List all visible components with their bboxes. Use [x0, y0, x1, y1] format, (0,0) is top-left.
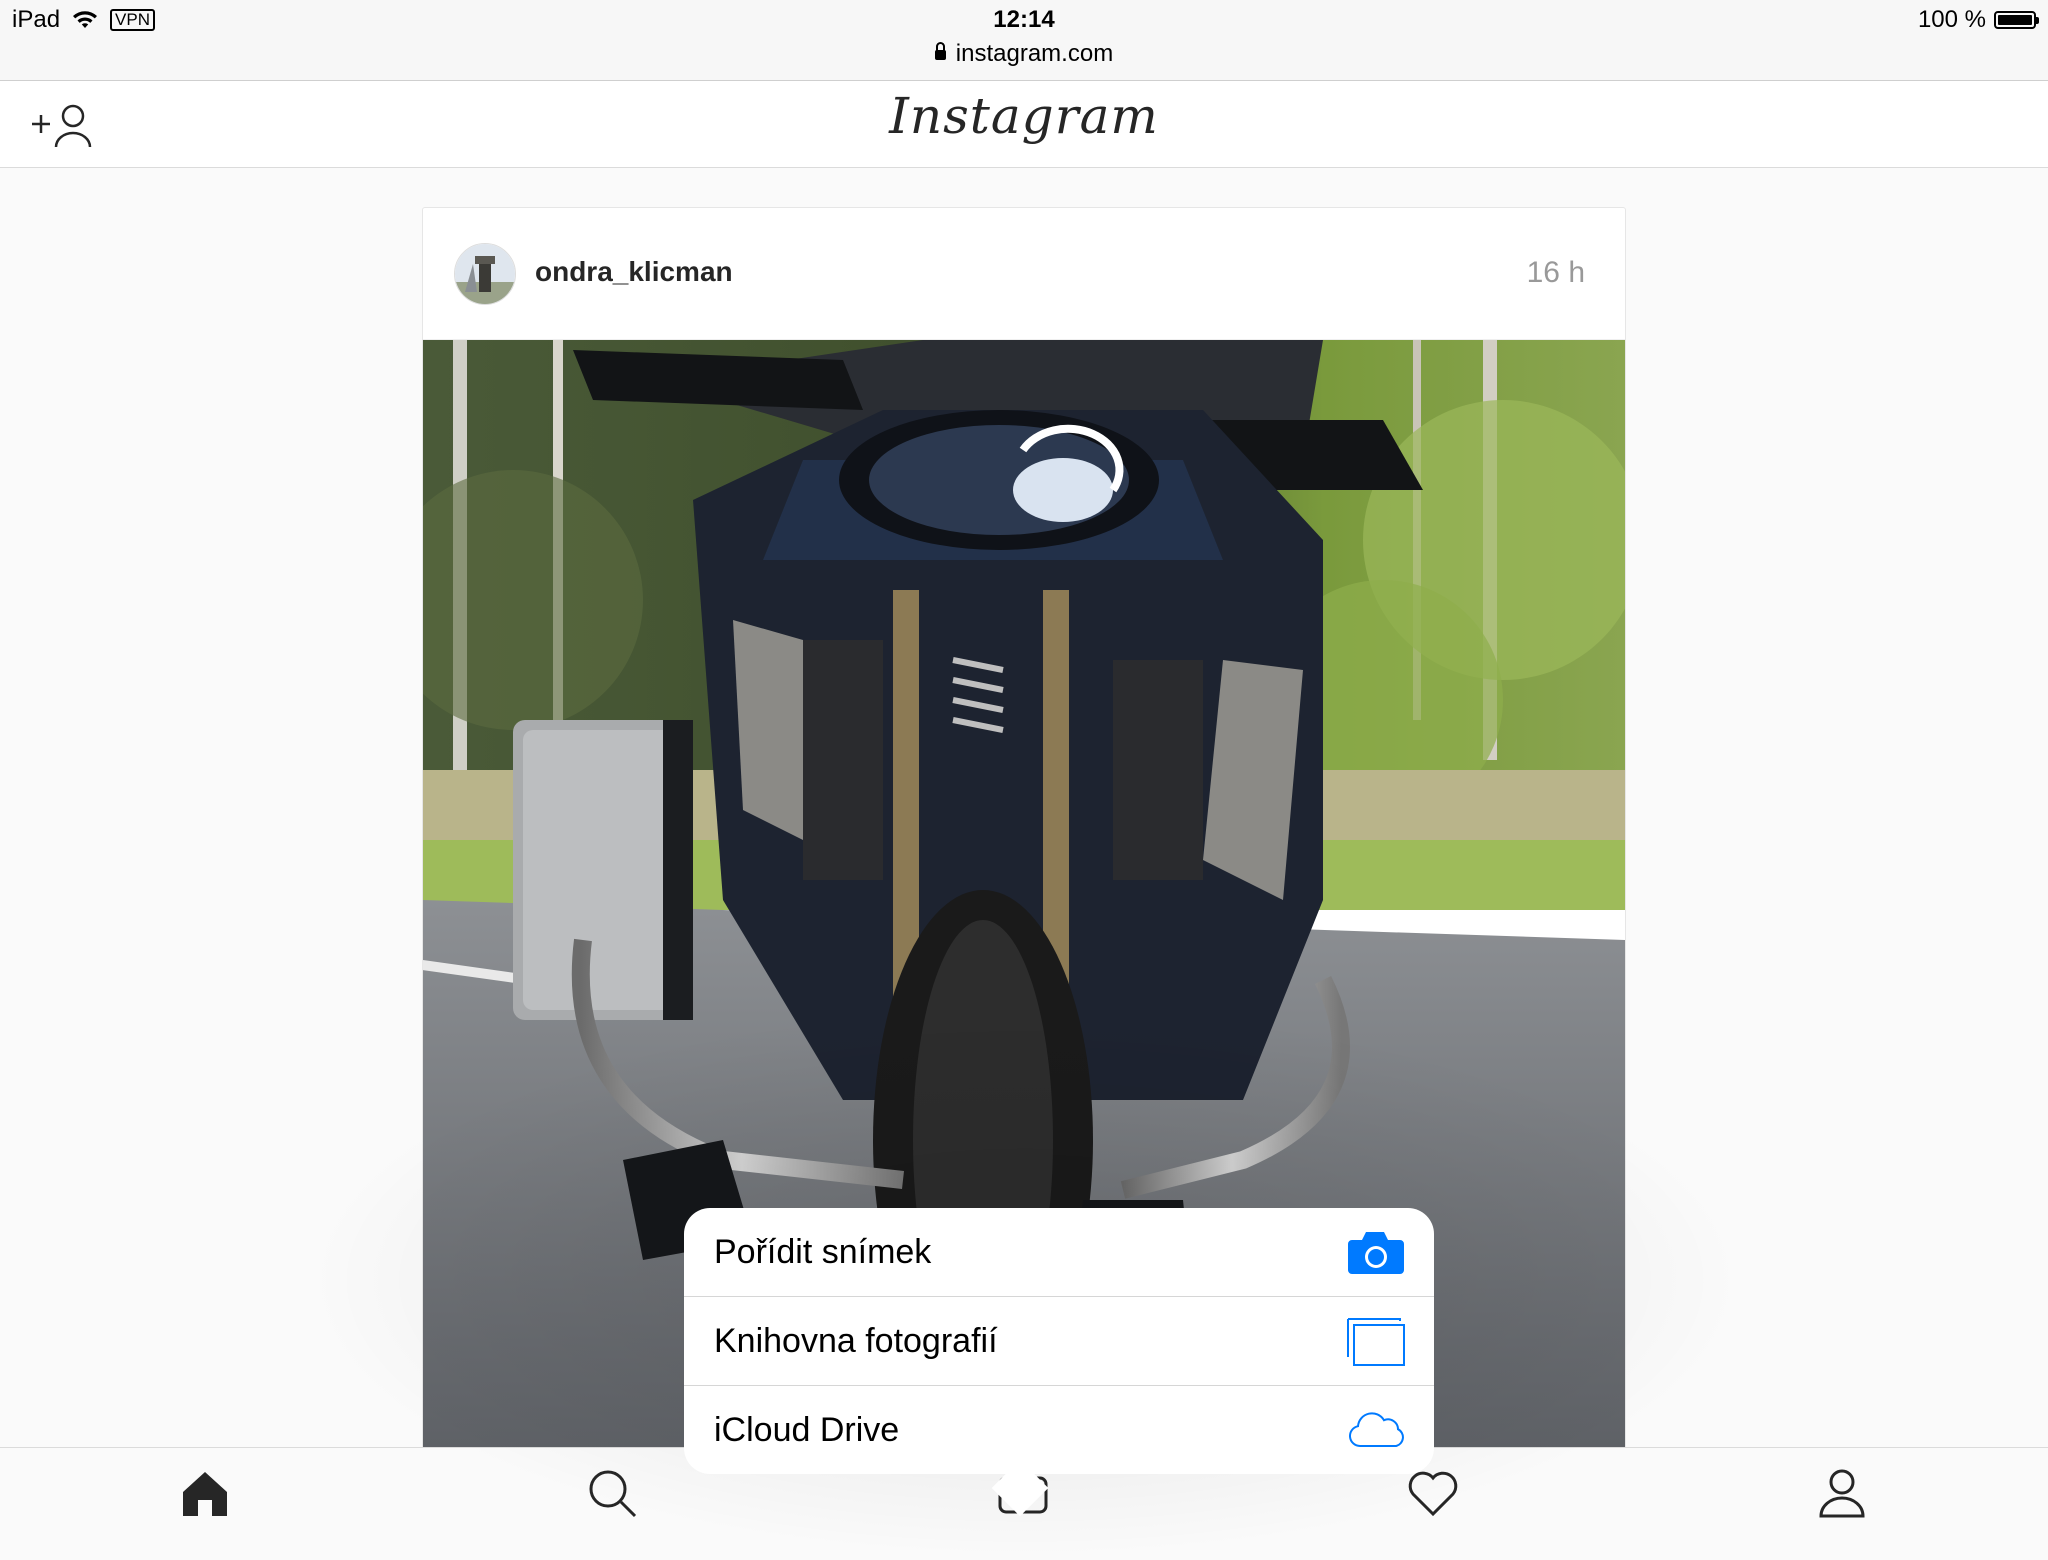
lock-icon — [934, 42, 946, 60]
ios-status-bar: iPad VPN 12:14 instagram.com 100 % — [0, 0, 2048, 81]
post-timestamp[interactable]: 16 h — [1527, 256, 1585, 290]
camera-icon — [1348, 1232, 1404, 1274]
action-label: iCloud Drive — [714, 1411, 900, 1449]
post-header: ondra_klicman 16 h — [423, 208, 1625, 340]
search-icon[interactable] — [585, 1466, 639, 1520]
home-icon[interactable] — [178, 1466, 232, 1520]
instagram-header: Instagram — [0, 81, 2048, 168]
profile-icon[interactable] — [1815, 1466, 1869, 1520]
action-take-photo[interactable]: Pořídit snímek — [684, 1208, 1434, 1297]
avatar[interactable] — [454, 243, 516, 305]
upload-action-sheet: Pořídit snímek Knihovna fotografií iClou… — [684, 1208, 1434, 1474]
heart-icon[interactable] — [1406, 1466, 1460, 1520]
action-icloud-drive[interactable]: iCloud Drive — [684, 1386, 1434, 1474]
photo-library-icon — [1347, 1318, 1405, 1366]
action-label: Knihovna fotografií — [714, 1322, 998, 1360]
cloud-icon — [1349, 1412, 1404, 1447]
status-right: 100 % — [1917, 6, 2039, 34]
action-label: Pořídit snímek — [714, 1233, 932, 1271]
instagram-logo[interactable]: Instagram — [0, 87, 2048, 145]
status-time: 12:14 — [993, 6, 1055, 33]
url-text: instagram.com — [955, 40, 1114, 67]
address-bar[interactable]: instagram.com — [0, 40, 2048, 68]
post-username[interactable]: ondra_klicman — [535, 256, 733, 288]
action-photo-library[interactable]: Knihovna fotografií — [684, 1297, 1434, 1386]
battery-icon — [1994, 11, 2039, 29]
battery-percent: 100 % — [1917, 6, 1986, 33]
